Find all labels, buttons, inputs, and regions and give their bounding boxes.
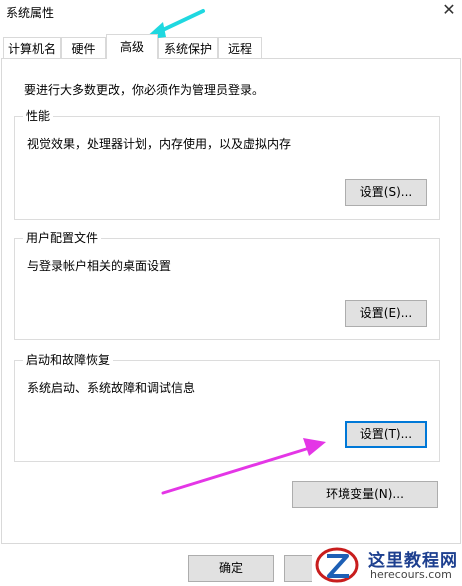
- annotation-arrows: [143, 9, 326, 495]
- tab-advanced[interactable]: 高级: [106, 34, 158, 59]
- watermark: 这里教程网 herecours.com: [312, 544, 462, 586]
- magenta-arrow-icon: [161, 438, 326, 495]
- watermark-url: herecours.com: [370, 568, 452, 581]
- tab-label: 高级: [119, 40, 144, 54]
- watermark-logo-icon: [315, 547, 359, 583]
